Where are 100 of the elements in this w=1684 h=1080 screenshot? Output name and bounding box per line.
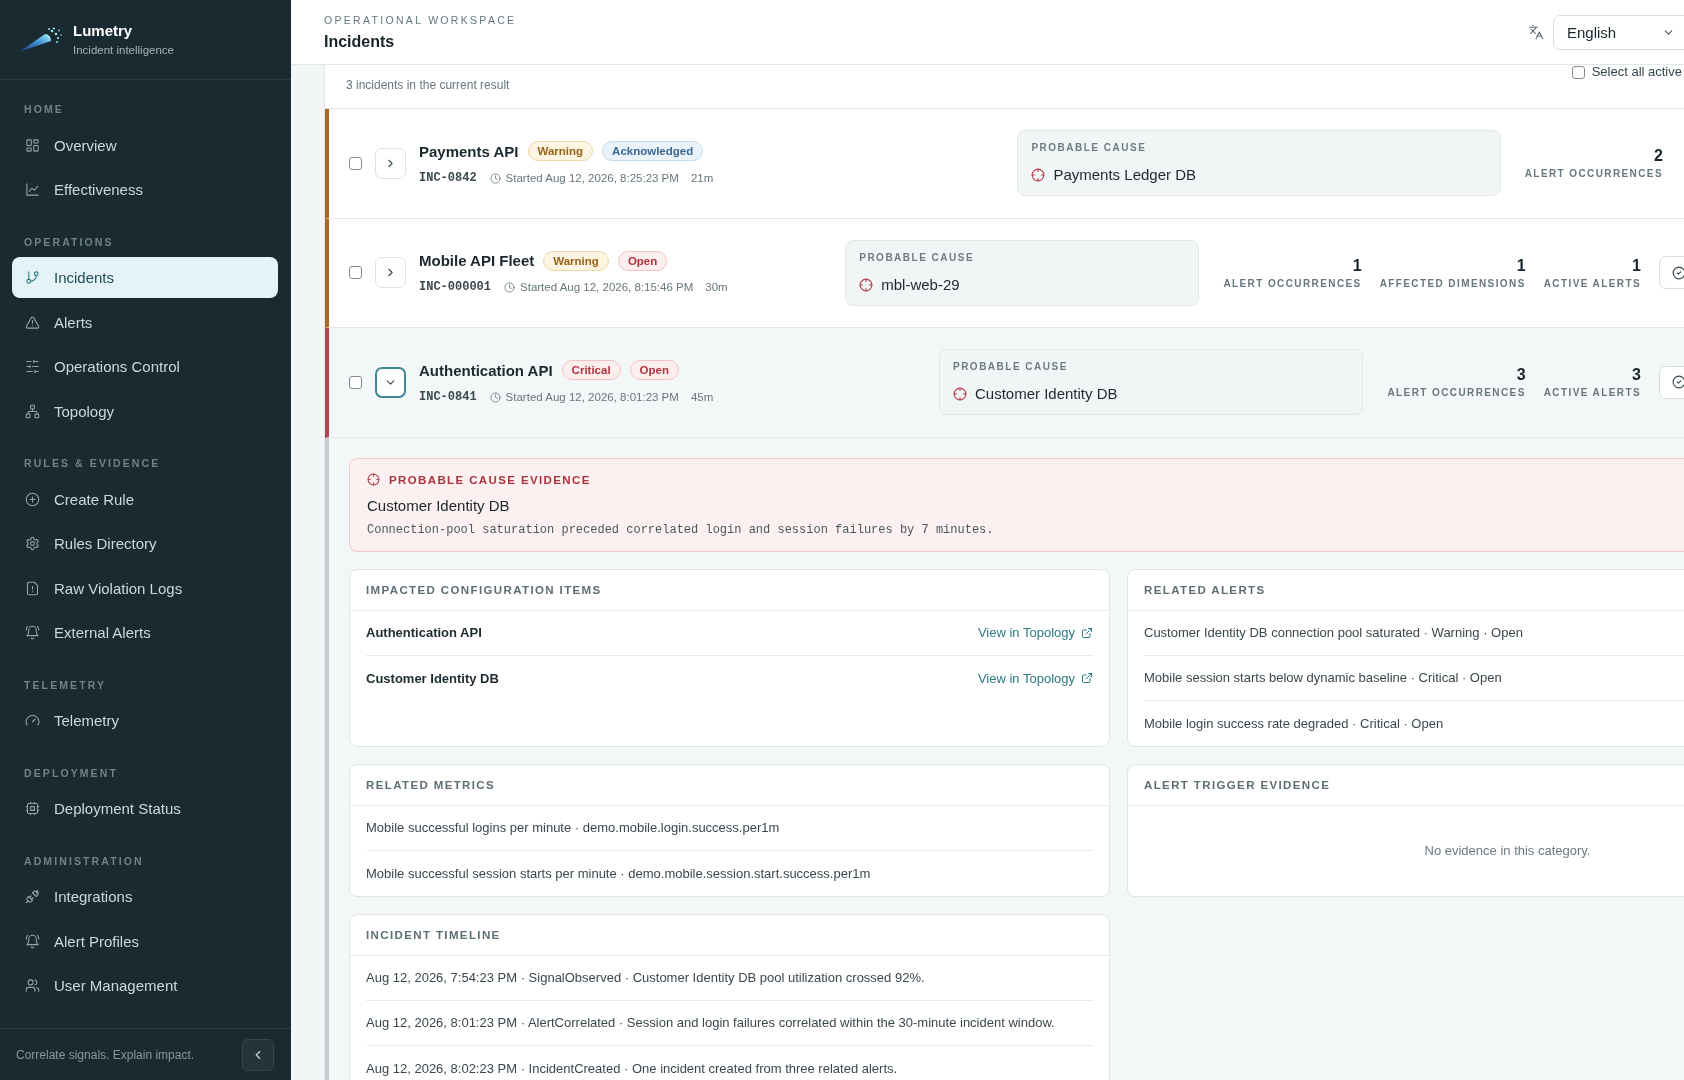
plus-circle-icon [25, 491, 40, 507]
hierarchy-icon [25, 403, 40, 419]
nav-item[interactable]: Telemetry [12, 700, 278, 741]
external-link-icon [1081, 626, 1093, 639]
incident-row[interactable]: Authentication API Critical Open INC-0841 Started Aug 12, 2026, 8:01:23 PM 45m PROBABLE CAUSE Customer Identity DB 3 ALERT OCCURRENCES 3 ACTIVE ALERTS [325, 328, 1684, 438]
nav-item[interactable]: Integrations [12, 876, 278, 917]
status-badge: Open [629, 360, 679, 380]
probable-cause-label: PROBABLE CAUSE [859, 251, 975, 264]
nav-section-title: HOME [24, 103, 64, 115]
evidence-description: Connection-pool saturation preceded correlated login and session failures by 7 minutes. [367, 521, 994, 538]
probable-cause-name: Customer Identity DB [974, 385, 1118, 404]
gauge-icon [25, 713, 40, 728]
stat-label: AFFECTED DIMENSIONS [1379, 277, 1526, 290]
stat-label: ACTIVE ALERTS [1543, 387, 1641, 400]
start-time: Started Aug 12, 2026, 8:15:46 PM [520, 280, 694, 295]
nav-item[interactable]: Raw Violation Logs [12, 567, 278, 609]
result-count: 3 incidents in the current result [346, 78, 510, 92]
select-all-label[interactable]: Select all active [1591, 65, 1682, 79]
branch-icon [25, 270, 40, 285]
external-link-icon [1081, 672, 1093, 684]
nav-item[interactable]: Operations Control [12, 346, 278, 387]
incident-row[interactable]: Mobile API Fleet Warning Open INC-000001 Started Aug 12, 2026, 8:15:46 PM 30m PROBABLE CAUSE mbl-web-29 1 ALERT OCCURRENCES 1 AFFECTED DIMENSIONS 1 ACTIVE ALERTS [325, 218, 1684, 328]
probable-cause-label: PROBABLE CAUSE [952, 361, 1068, 374]
row-checkbox[interactable] [349, 375, 362, 389]
nav-item[interactable]: Incidents [12, 257, 278, 298]
sliders-icon [25, 359, 40, 374]
status-badge: Warning [527, 141, 594, 161]
nav-section-title: RULES & EVIDENCE [24, 457, 161, 469]
incident-id: INC-0842 [419, 170, 477, 186]
related-alert-entry: Customer Identity DB connection pool saturated · Warning · Open [1144, 625, 1523, 640]
related-metric-entry: Mobile successful session starts per minute · demo.mobile.session.start.success.per1m [366, 865, 871, 881]
plug-icon [25, 889, 40, 904]
probable-cause-name: mbl-web-29 [881, 275, 960, 294]
nav-item[interactable]: External Alerts [12, 612, 278, 653]
incident-id: INC-0841 [419, 389, 477, 405]
stat-value: 3 [1516, 365, 1526, 385]
collapse-sidebar-button[interactable] [242, 1038, 274, 1071]
select-all-checkbox[interactable] [1571, 65, 1585, 79]
evidence-title: PROBABLE CAUSE EVIDENCE [389, 472, 591, 488]
timeline-entry: Aug 12, 2026, 8:02:23 PM · IncidentCreated · One incident created from three related alerts. [366, 1060, 898, 1076]
brand-tagline: Incident intelligence [73, 43, 174, 57]
incident-age: 21m [690, 170, 714, 186]
incident-age: 45m [690, 389, 714, 405]
card-title: RELATED METRICS [366, 778, 496, 791]
status-badge: Critical [561, 360, 621, 380]
crosshair-icon [367, 473, 380, 486]
crosshair-icon [1031, 168, 1046, 183]
incident-id: INC-000001 [419, 280, 491, 295]
status-badge: Warning [543, 250, 609, 271]
gear-icon [25, 536, 40, 551]
expand-button[interactable] [375, 366, 406, 398]
nav-item[interactable]: Overview [12, 124, 278, 166]
nav-section-title: DEPLOYMENT [24, 766, 118, 779]
row-checkbox[interactable] [349, 156, 362, 170]
dashboard-icon [25, 137, 40, 153]
configuration-item-name: Customer Identity DB [366, 670, 499, 686]
view-in-topology-link[interactable]: View in Topology [977, 625, 1093, 640]
sidebar-tagline: Correlate signals. Explain impact. [16, 1047, 195, 1062]
stat-value: 2 [1654, 146, 1663, 166]
users-icon [25, 978, 40, 993]
nav-item[interactable]: Deployment Status [12, 788, 278, 829]
stat-label: ALERT OCCURRENCES [1223, 277, 1362, 290]
incident-row[interactable]: Payments API Warning Acknowledged INC-0842 Started Aug 12, 2026, 8:25:23 PM 21m PROBABLE CAUSE Payments Ledger DB 2 ALERT OCCURRENCES [325, 109, 1684, 219]
bell-icon [25, 933, 40, 949]
nav-item[interactable]: Rules Directory [12, 523, 278, 564]
probable-cause-label: PROBABLE CAUSE [1031, 142, 1147, 155]
translate-icon [1528, 24, 1544, 40]
timeline-entry: Aug 12, 2026, 8:01:23 PM · AlertCorrelated · Session and login failures correlated within the 30-minute incident window. [366, 1015, 1055, 1030]
chip-icon [25, 801, 40, 816]
logo-icon [18, 26, 62, 53]
nav-item[interactable]: Effectiveness [12, 169, 278, 210]
row-checkbox[interactable] [349, 266, 362, 280]
view-in-topology-link[interactable]: View in Topology [977, 670, 1093, 686]
clock-icon [504, 282, 515, 293]
card-title: ALERT TRIGGER EVIDENCE [1144, 778, 1331, 791]
nav-item[interactable]: Topology [12, 390, 278, 432]
configuration-item-name: Authentication API [366, 625, 482, 640]
stat-label: ACTIVE ALERTS [1543, 277, 1641, 290]
incident-name: Mobile API Fleet [419, 252, 535, 269]
incident-name: Payments API [419, 142, 519, 160]
incident-age: 30m [705, 280, 728, 295]
nav-item[interactable]: Create Rule [12, 478, 278, 520]
status-badge: Open [617, 250, 668, 271]
language-select[interactable]: English [1553, 14, 1684, 50]
nav-item[interactable]: User Management [12, 965, 278, 1006]
nav-item[interactable]: Alerts [12, 301, 278, 343]
start-time: Started Aug 12, 2026, 8:25:23 PM [505, 170, 679, 186]
nav-section-title: TELEMETRY [24, 678, 107, 691]
timeline-entry: Aug 12, 2026, 7:54:23 PM · SignalObserved · Customer Identity DB pool utilization crossed 92%. [366, 970, 925, 985]
stat-value: 3 [1632, 365, 1641, 385]
clock-icon [489, 172, 501, 184]
stat-label: ALERT OCCURRENCES [1524, 168, 1663, 181]
stat-label: ALERT OCCURRENCES [1387, 387, 1526, 400]
empty-state-text: No evidence in this category. [1424, 843, 1591, 858]
nav-item[interactable]: Alert Profiles [12, 920, 278, 962]
start-time: Started Aug 12, 2026, 8:01:23 PM [505, 389, 679, 405]
card-title: IMPACTED CONFIGURATION ITEMS [366, 583, 602, 596]
related-alert-entry: Mobile login success rate degraded · Critical · Open [1144, 715, 1444, 731]
evidence-subject: Customer Identity DB [367, 496, 510, 515]
warning-triangle-icon [25, 314, 40, 330]
